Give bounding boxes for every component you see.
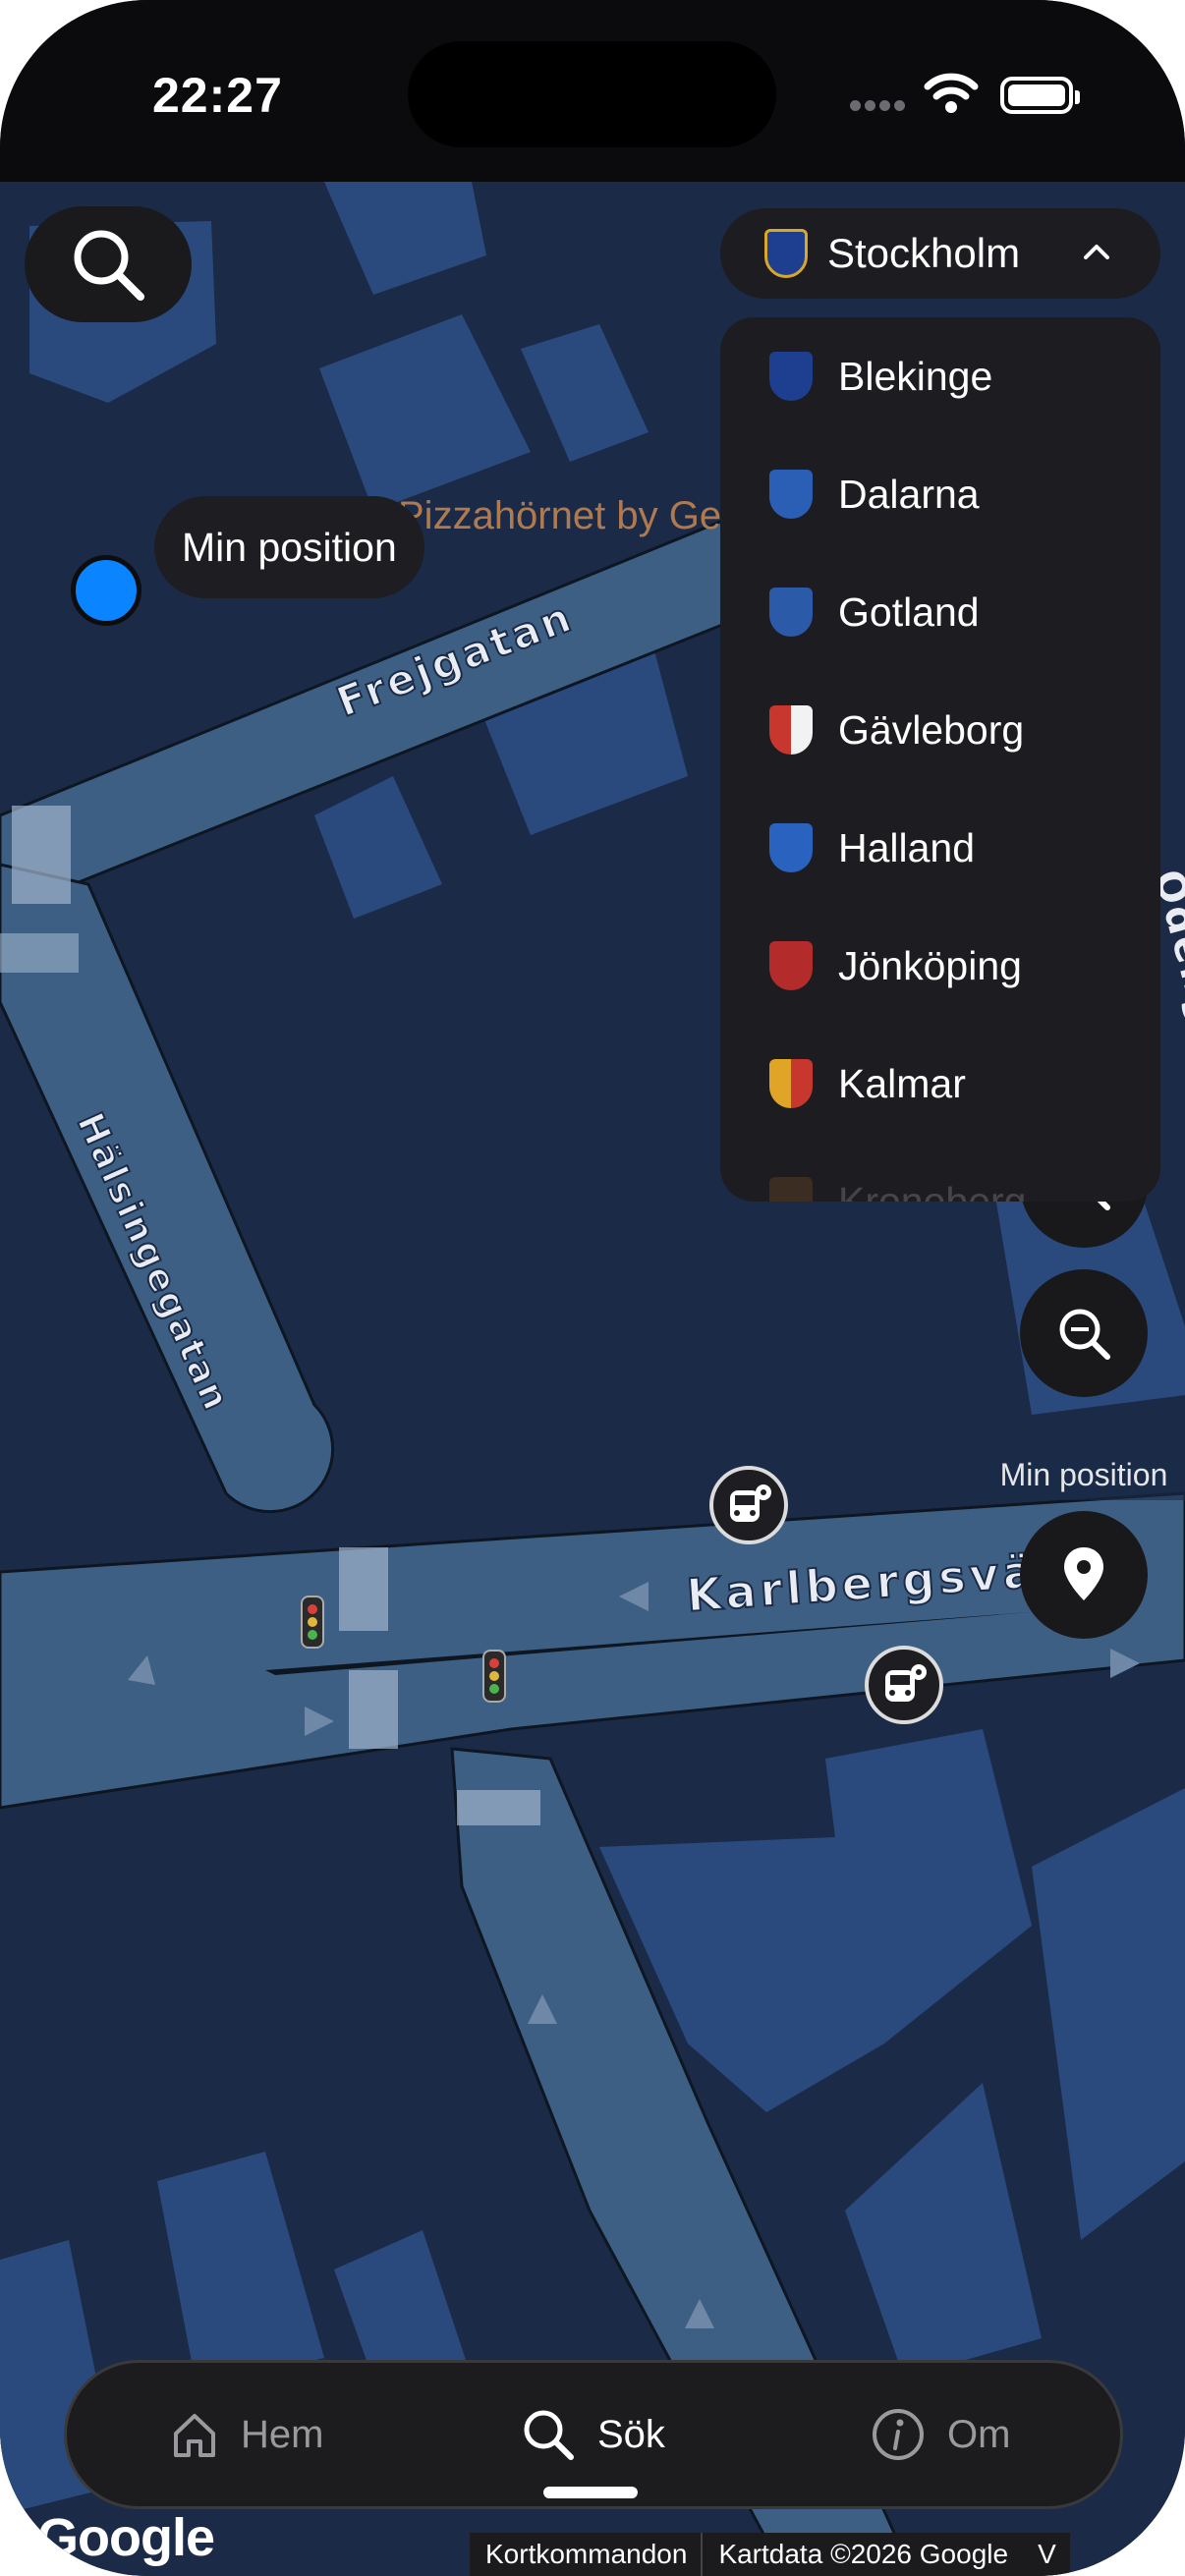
region-option-gavleborg[interactable]: Gävleborg [720,671,1160,789]
status-time: 22:27 [152,68,283,123]
info-icon [873,2409,924,2460]
search-icon [74,230,144,301]
traffic-light-icon [482,1650,506,1703]
my-location-dot[interactable] [71,555,141,626]
tab-about-label: Om [947,2412,1011,2456]
stockholm-crest-icon [764,229,808,278]
kalmar-crest-icon [769,1059,813,1108]
gotland-crest-icon [769,588,813,637]
gavleborg-crest-icon [769,705,813,755]
my-position-label: Min position [981,1449,1185,1500]
region-option-gotland[interactable]: Gotland [720,553,1160,671]
dynamic-island [408,41,776,147]
region-option-dalarna[interactable]: Dalarna [720,435,1160,553]
status-bar: 22:27 [0,0,1185,182]
my-location-tooltip: Min position [154,496,424,598]
tab-search-label: Sök [597,2412,665,2456]
location-pin-icon [1064,1547,1103,1600]
bus-stop-icon[interactable] [709,1466,788,1544]
zoom-out-button[interactable] [1020,1269,1148,1397]
cellular-signal-icon [850,98,909,116]
home-indicator[interactable] [543,2487,638,2498]
search-icon [524,2410,574,2460]
region-option-jonkoping[interactable]: Jönköping [720,907,1160,1025]
tab-search[interactable]: Sök [521,2363,665,2506]
google-logo: Google [37,2508,215,2567]
map-data-link[interactable]: Kartdata ©2026 Google [703,2539,1022,2570]
wifi-icon [924,73,979,113]
search-button[interactable] [25,206,192,322]
home-icon [174,2414,215,2457]
blekinge-crest-icon [769,352,813,401]
region-option-kronoberg[interactable]: Kronoberg [720,1143,1160,1202]
zoom-out-icon [1059,1309,1110,1360]
tab-home-label: Hem [241,2412,324,2456]
terms-link[interactable]: V [1022,2539,1070,2570]
phone-screen: 22:27 Frejgatan Hälsingegatan Karlbergsv… [0,0,1185,2576]
map-attribution: Kortkommandon Kartdata ©2026 Google V [470,2533,1070,2576]
region-option-halland[interactable]: Halland [720,789,1160,907]
region-selected-label: Stockholm [827,230,1021,276]
keyboard-shortcuts-link[interactable]: Kortkommandon [470,2539,701,2570]
region-option-kalmar[interactable]: Kalmar [720,1025,1160,1143]
my-position-button[interactable] [1020,1511,1148,1639]
region-dropdown[interactable]: Blekinge Dalarna Gotland Gävleborg Halla… [720,317,1160,1202]
halland-crest-icon [769,823,813,872]
bus-stop-icon[interactable] [865,1646,943,1724]
kronoberg-crest-icon [769,1177,813,1202]
poi-label[interactable]: Pizzahörnet by Ge [398,494,721,538]
chevron-up-icon [1084,245,1109,259]
dalarna-crest-icon [769,470,813,519]
battery-icon [1000,77,1080,114]
traffic-light-icon [301,1596,324,1649]
tab-home[interactable]: Hem [170,2363,323,2506]
region-selector-button[interactable]: Stockholm [720,208,1160,299]
tab-about[interactable]: Om [871,2363,1010,2506]
jonkoping-crest-icon [769,941,813,990]
region-option-blekinge[interactable]: Blekinge [720,317,1160,435]
